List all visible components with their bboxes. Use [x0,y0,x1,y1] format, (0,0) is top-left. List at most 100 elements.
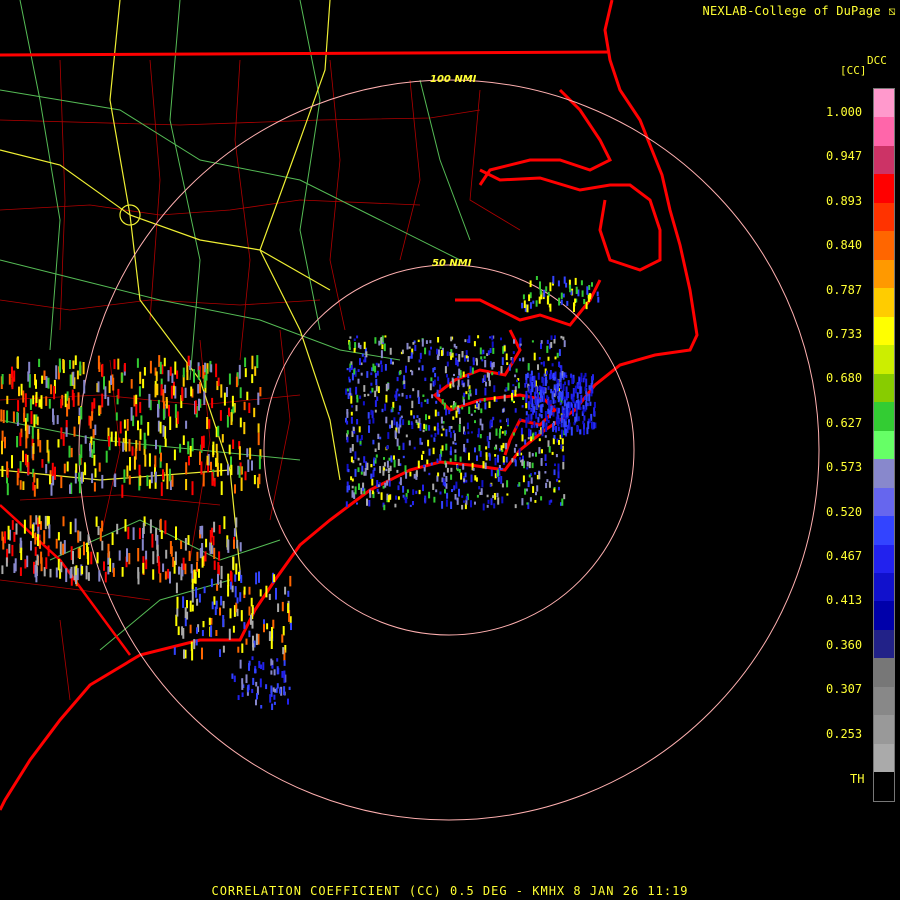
echo-pixel [555,426,557,433]
echo-pixel [160,482,163,497]
color-scale-segment [874,544,894,573]
echo-pixel [396,438,399,447]
echo-pixel [584,372,587,377]
echo-pixel [283,660,286,666]
echo-pixel [188,550,191,562]
echo-pixel [182,596,185,608]
echo-pixel [223,516,226,530]
echo-pixel [243,586,246,595]
echo-pixel [172,557,175,567]
echo-pixel [383,343,386,352]
echo-pixel [456,497,459,505]
echo-pixel [124,430,127,444]
echo-pixel [78,481,81,494]
echo-pixel [538,413,541,417]
echo-pixel [131,446,134,456]
echo-pixel [32,482,35,491]
echo-pixel [450,501,453,509]
echo-pixel [258,455,261,470]
echo-pixel [376,396,379,401]
echo-pixel [486,436,489,442]
product-caption: CORRELATION COEFFICIENT (CC) 0.5 DEG - K… [211,884,689,898]
echo-pixel [487,350,490,356]
echo-pixel [0,409,3,422]
echo-pixel [441,445,444,451]
echo-pixel [380,492,383,500]
echo-pixel [8,543,11,554]
color-scale-segment [874,202,894,232]
echo-pixel [492,416,495,421]
echo-pixel [461,504,464,510]
echo-pixel [158,561,161,574]
echo-pixel [506,362,509,366]
echo-pixel [527,437,530,440]
echo-pixel [487,499,490,504]
echo-pixel [553,469,556,476]
echo-pixel [512,432,515,436]
echo-pixel [389,465,392,471]
echo-pixel [193,369,195,383]
color-scale-bar [873,88,895,802]
echo-pixel [212,441,215,456]
echo-pixel [480,356,483,360]
echo-pixel [59,541,62,555]
echo-pixel [200,461,203,475]
credit-text: NEXLAB-College of DuPage ⧅ [702,4,896,18]
echo-pixel [520,427,523,436]
echo-pixel [485,452,488,457]
color-scale-segment [874,572,894,602]
echo-pixel [465,391,468,395]
echo-pixel [376,480,379,488]
echo-pixel [486,494,489,498]
echo-pixel [481,359,484,362]
echo-pixel [259,387,262,397]
echo-pixel [228,407,230,417]
echo-pixel [461,495,464,498]
echo-pixel [24,393,27,408]
echo-pixel [409,471,412,477]
echo-pixel [50,483,53,496]
echo-pixel [252,643,255,651]
echo-pixel [533,420,536,428]
echo-pixel [288,686,291,690]
echo-pixel [182,367,185,378]
echo-pixel [248,606,251,616]
legend-tick-label: 0.307 [826,682,863,697]
echo-pixel [217,573,219,586]
echo-pixel [530,436,533,442]
echo-pixel [472,467,475,471]
echo-pixel [428,448,431,456]
echo-pixel [80,471,83,484]
echo-pixel [126,465,129,477]
echo-pixel [460,472,463,480]
echo-pixel [196,598,199,606]
echo-pixel [270,685,273,694]
echo-pixel [362,487,365,491]
echo-pixel [493,493,496,497]
echo-pixel [55,567,58,578]
echo-pixel [492,347,495,354]
echo-pixel [540,404,543,413]
echo-pixel [477,428,480,435]
echo-pixel [422,484,424,492]
echo-pixel [444,366,447,374]
echo-pixel [255,681,258,687]
echo-pixel [356,394,359,399]
echo-pixel [463,431,466,435]
echo-pixel [79,531,82,542]
echo-pixel [540,414,543,419]
echo-pixel [265,585,268,598]
echo-pixel [27,371,30,382]
color-scale-segment [874,316,894,346]
echo-pixel [538,438,541,442]
echo-pixel [356,419,359,425]
echo-pixel [221,434,224,443]
legend-tick-label: TH [850,772,865,786]
echo-pixel [119,421,122,434]
echo-pixel [248,630,251,638]
echo-pixel [533,352,536,361]
echo-pixel [47,545,50,557]
legend-tick-label: 0.787 [826,282,863,297]
echo-pixel [469,389,472,394]
echo-pixel [48,399,51,409]
